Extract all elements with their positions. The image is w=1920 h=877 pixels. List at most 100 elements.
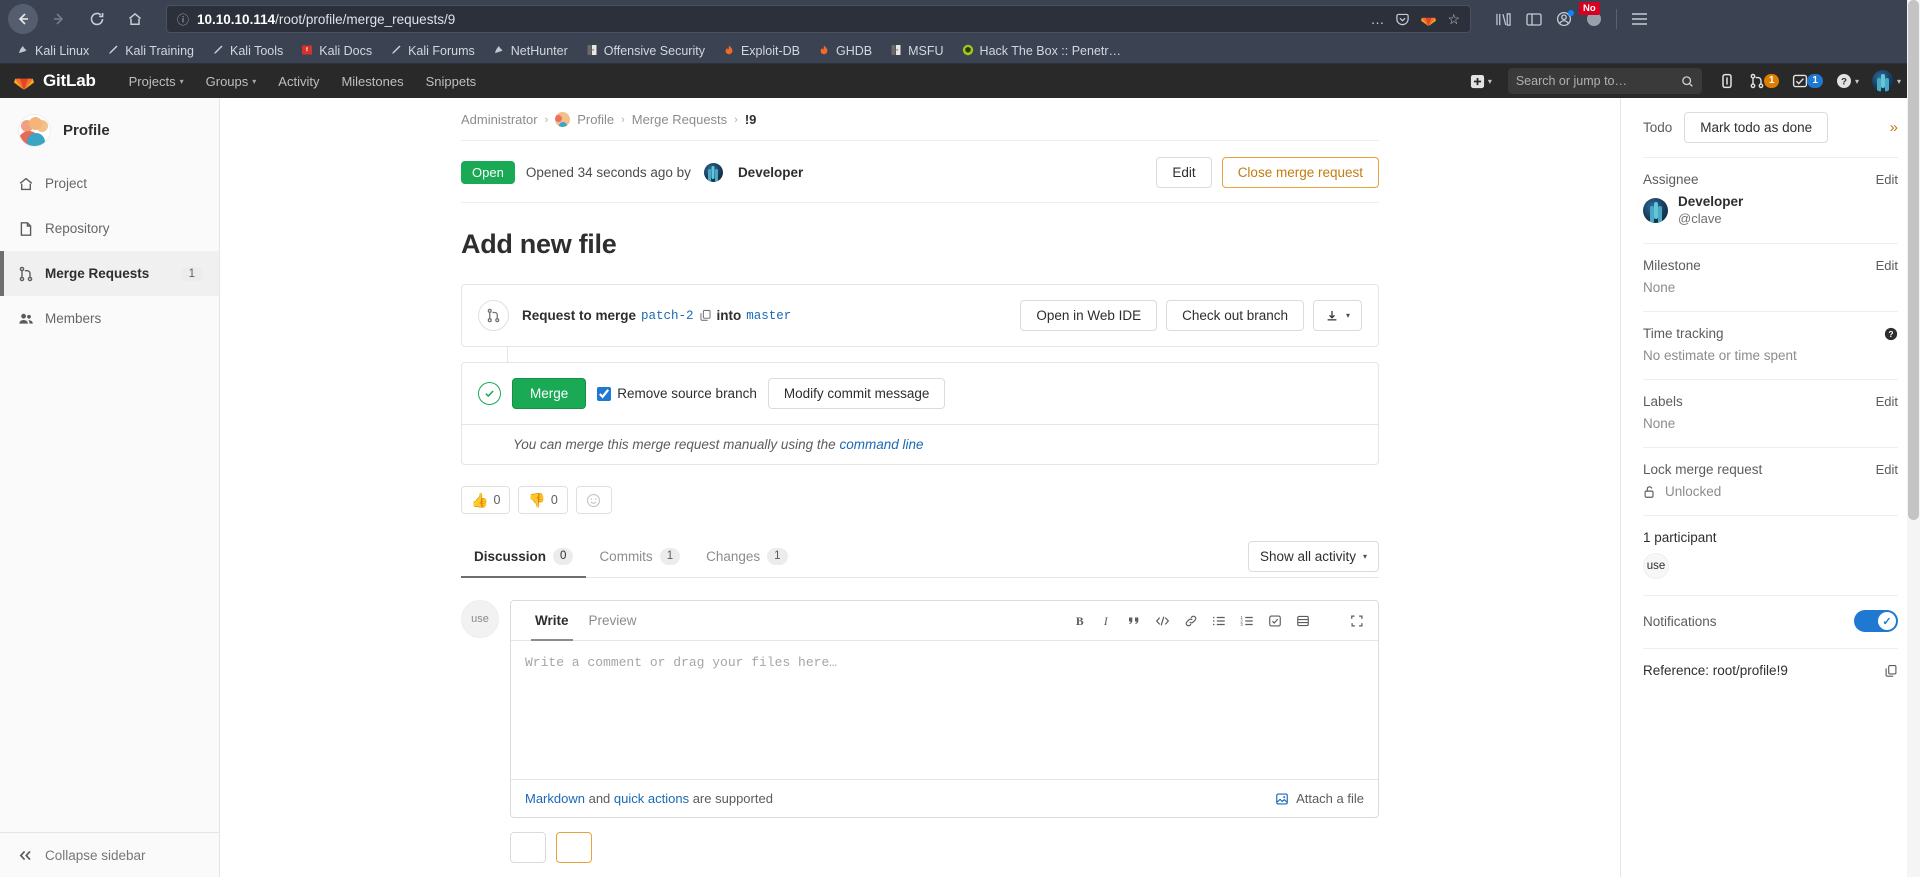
breadcrumb-item-administrator[interactable]: Administrator: [461, 112, 538, 127]
breadcrumb-item-merge-requests[interactable]: Merge Requests: [632, 112, 727, 127]
author-name[interactable]: Developer: [738, 165, 803, 180]
account-icon[interactable]: [1556, 10, 1574, 27]
search-icon[interactable]: [1681, 75, 1694, 88]
issues-button[interactable]: [1713, 67, 1741, 95]
comment-textarea[interactable]: Write a comment or drag your files here…: [511, 641, 1378, 779]
address-bar[interactable]: ⓘ 10.10.10.114/root/profile/merge_reques…: [166, 5, 1471, 33]
edit-button[interactable]: Edit: [1156, 157, 1212, 188]
bookmark-item[interactable]: Hack The Box :: Penetr…: [955, 42, 1129, 60]
bookmark-item[interactable]: Exploit-DB: [716, 42, 807, 60]
remove-source-branch-input[interactable]: [597, 386, 612, 401]
bookmark-item[interactable]: Kali Tools: [205, 42, 290, 60]
open-in-web-ide-button[interactable]: Open in Web IDE: [1020, 300, 1158, 331]
mark-todo-done-button[interactable]: Mark todo as done: [1684, 112, 1829, 143]
task-list-icon[interactable]: [1268, 614, 1282, 628]
notifications-toggle[interactable]: [1854, 610, 1898, 633]
breadcrumb-item-profile[interactable]: Profile: [577, 112, 614, 127]
merge-button[interactable]: Merge: [512, 378, 587, 409]
search-input[interactable]: [1515, 74, 1681, 88]
tab-changes[interactable]: Changes 1: [693, 536, 800, 577]
double-chevron-right-icon[interactable]: »: [1890, 119, 1898, 136]
table-icon[interactable]: [1296, 614, 1310, 628]
bookmark-item[interactable]: Offensive Security: [579, 42, 712, 60]
bookmark-item[interactable]: Kali Training: [100, 42, 201, 60]
back-button[interactable]: [8, 4, 38, 34]
question-circle-icon[interactable]: ?: [1884, 327, 1898, 341]
author-avatar[interactable]: [703, 163, 723, 182]
markdown-link[interactable]: Markdown: [525, 791, 585, 806]
link-icon[interactable]: [1184, 614, 1198, 628]
italic-icon[interactable]: I: [1102, 614, 1113, 628]
bookmark-item[interactable]: MSFU: [883, 42, 950, 60]
sidebar-item-merge-requests[interactable]: Merge Requests 1: [0, 251, 219, 296]
bookmark-item[interactable]: Kali Linux: [10, 42, 96, 60]
activity-filter-dropdown[interactable]: Show all activity ▾: [1247, 541, 1379, 572]
bookmark-item[interactable]: Kali Forums: [383, 42, 482, 60]
remove-source-branch-checkbox[interactable]: Remove source branch: [597, 386, 757, 401]
help-button[interactable]: ? ▾: [1831, 67, 1864, 95]
attach-file-button[interactable]: Attach a file: [1275, 791, 1364, 806]
target-branch-link[interactable]: master: [746, 309, 791, 323]
gitlab-home-link[interactable]: GitLab: [14, 71, 96, 91]
fullscreen-icon[interactable]: [1350, 614, 1364, 628]
bookmark-item[interactable]: GHDB: [811, 42, 879, 60]
extension-notification-icon[interactable]: No: [1579, 2, 1602, 27]
add-reaction-button[interactable]: [575, 486, 612, 514]
merge-requests-button[interactable]: 1: [1744, 67, 1785, 95]
bullet-list-icon[interactable]: [1212, 614, 1226, 628]
todos-button[interactable]: 1: [1787, 67, 1828, 95]
copy-icon[interactable]: [1884, 664, 1898, 678]
gitlab-extension-icon[interactable]: [1421, 12, 1437, 27]
nav-item-snippets[interactable]: Snippets: [415, 64, 488, 98]
quote-icon[interactable]: [1127, 614, 1141, 628]
sidebar-item-project[interactable]: Project: [0, 161, 219, 206]
quick-actions-link[interactable]: quick actions: [614, 791, 689, 806]
tab-commits[interactable]: Commits 1: [586, 536, 693, 577]
command-line-link[interactable]: command line: [839, 437, 923, 452]
user-menu-button[interactable]: ▾: [1867, 67, 1906, 95]
participant-avatar[interactable]: use: [1643, 553, 1669, 580]
bookmark-item[interactable]: NetHunter: [486, 42, 575, 60]
thumbsup-reaction[interactable]: 👍 0: [461, 486, 511, 514]
assignee-value[interactable]: Developer @clave: [1643, 194, 1898, 227]
sidebar-item-repository[interactable]: Repository: [0, 206, 219, 251]
menu-hamburger-icon[interactable]: [1631, 12, 1648, 26]
comment-button[interactable]: [510, 832, 546, 863]
forward-button[interactable]: [42, 4, 76, 34]
download-dropdown-button[interactable]: ▾: [1312, 300, 1362, 331]
modify-commit-message-button[interactable]: Modify commit message: [767, 378, 946, 409]
sidebar-item-members[interactable]: Members: [0, 296, 219, 341]
close-merge-request-secondary-button[interactable]: [555, 832, 592, 863]
close-merge-request-button[interactable]: Close merge request: [1221, 157, 1379, 188]
breadcrumb-item-current[interactable]: !9: [745, 112, 757, 127]
sidebar-project-header[interactable]: Profile: [0, 98, 219, 161]
bookmark-star-icon[interactable]: ☆: [1447, 11, 1460, 28]
page-scrollbar[interactable]: [1907, 0, 1920, 877]
tab-discussion[interactable]: Discussion 0: [461, 536, 587, 578]
tab-preview[interactable]: Preview: [579, 601, 647, 640]
bookmark-item[interactable]: Kali Docs: [294, 42, 379, 60]
milestone-edit-link[interactable]: Edit: [1876, 258, 1898, 273]
assignee-edit-link[interactable]: Edit: [1876, 172, 1898, 187]
library-icon[interactable]: [1495, 12, 1512, 27]
home-button[interactable]: [118, 4, 152, 34]
tab-write[interactable]: Write: [525, 601, 579, 641]
numbered-list-icon[interactable]: 123: [1240, 614, 1254, 628]
labels-edit-link[interactable]: Edit: [1876, 394, 1898, 409]
nav-item-activity[interactable]: Activity: [267, 64, 330, 98]
thumbsdown-reaction[interactable]: 👎 0: [518, 486, 568, 514]
page-info-icon[interactable]: ⓘ: [177, 11, 189, 28]
nav-item-projects[interactable]: Projects ▾: [118, 64, 195, 98]
nav-item-milestones[interactable]: Milestones: [330, 64, 414, 98]
reload-button[interactable]: [80, 4, 114, 34]
check-out-branch-button[interactable]: Check out branch: [1166, 300, 1304, 331]
nav-item-groups[interactable]: Groups ▾: [195, 64, 268, 98]
bold-icon[interactable]: B: [1075, 614, 1088, 628]
scrollbar-thumb[interactable]: [1908, 0, 1919, 520]
new-item-button[interactable]: ▾: [1465, 67, 1497, 95]
source-branch-link[interactable]: patch-2: [641, 309, 694, 323]
copy-branch-name-icon[interactable]: [699, 309, 712, 322]
sidebar-toggle-icon[interactable]: [1526, 12, 1542, 27]
collapse-sidebar-button[interactable]: Collapse sidebar: [0, 832, 219, 877]
lock-edit-link[interactable]: Edit: [1876, 462, 1898, 477]
